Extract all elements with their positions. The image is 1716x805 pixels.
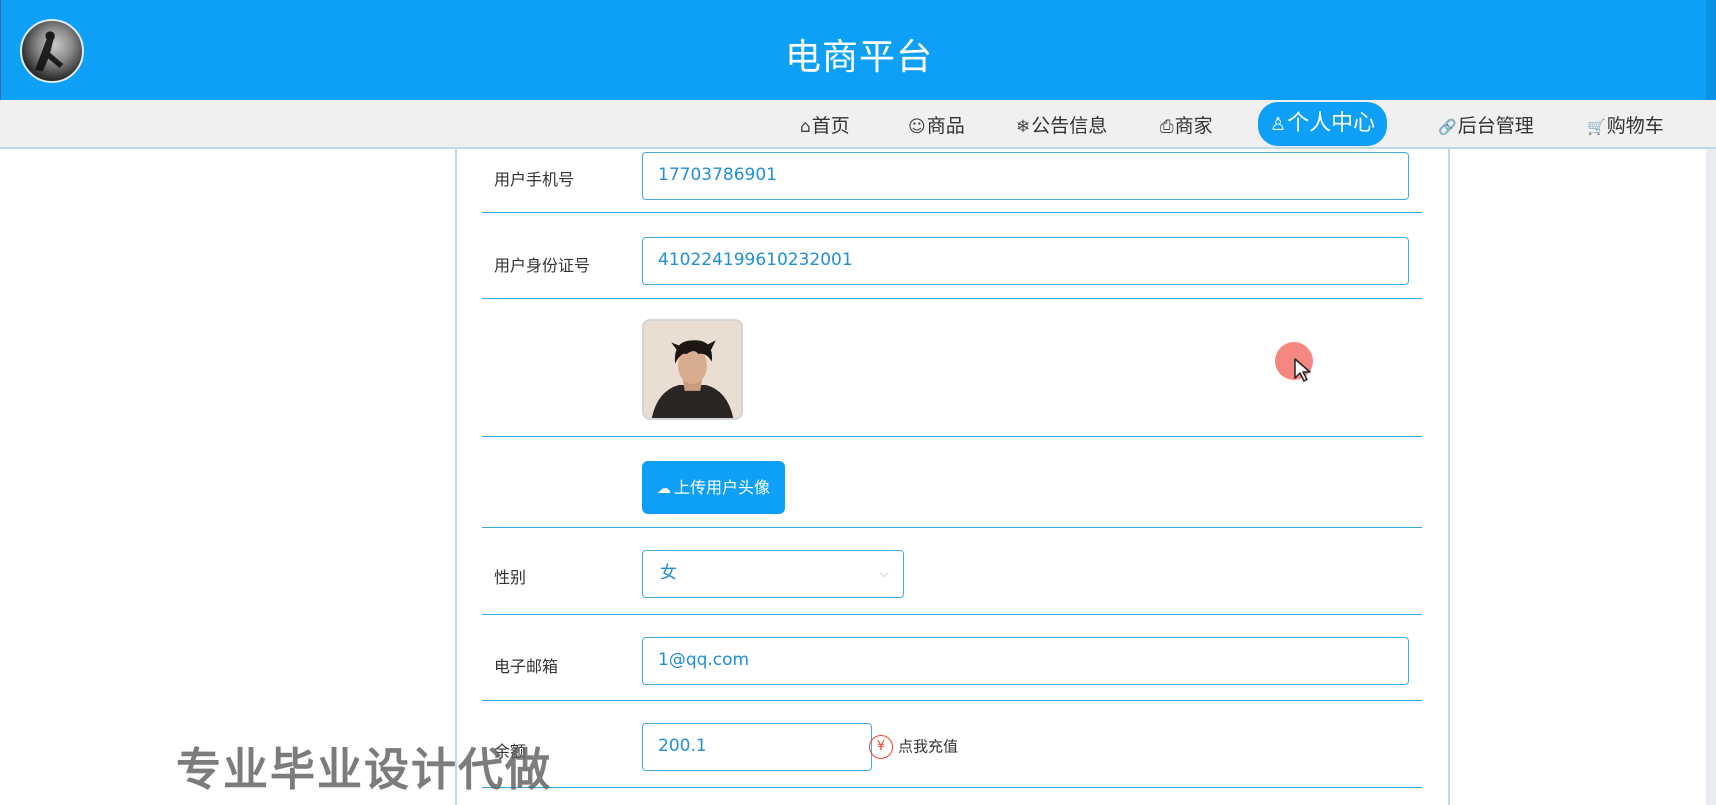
nav-cart-label: 购物车 xyxy=(1606,115,1664,137)
user-avatar xyxy=(642,319,743,420)
chevron-down-icon: ⌵ xyxy=(879,566,889,580)
printer-icon: ⎙ xyxy=(1160,117,1174,137)
nav-announcements-label: 公告信息 xyxy=(1031,115,1108,137)
mouse-pointer-icon xyxy=(1294,358,1311,382)
nav-merchants-label: 商家 xyxy=(1174,115,1213,137)
upload-avatar-button[interactable]: ☁ 上传用户头像 xyxy=(642,461,785,514)
email-input[interactable]: 1@qq.com xyxy=(642,637,1409,685)
nav-products-label: 商品 xyxy=(926,115,965,137)
upload-avatar-label: 上传用户头像 xyxy=(673,478,770,497)
nav-home-label: 首页 xyxy=(811,115,850,137)
yen-icon: ¥ xyxy=(869,735,893,759)
nav-cart[interactable]: 🛒购物车 xyxy=(1577,108,1674,144)
phone-input[interactable]: 17703786901 xyxy=(642,152,1409,200)
gender-value: 女 xyxy=(660,563,677,583)
nav-merchants[interactable]: ⎙商家 xyxy=(1150,108,1223,144)
balance-input[interactable]: 200.1 xyxy=(642,723,872,771)
cloud-upload-icon: ☁ xyxy=(656,481,671,497)
main-nav: ⌂首页 ☺商品 ❄公告信息 ⎙商家 ♙个人中心 🔗后台管理 🛒购物车 xyxy=(0,100,1716,149)
email-row: 电子邮箱 1@qq.com xyxy=(482,615,1422,701)
nav-admin[interactable]: 🔗后台管理 xyxy=(1428,108,1544,144)
recharge-link[interactable]: ¥ 点我充值 xyxy=(869,735,958,759)
recharge-label: 点我充值 xyxy=(898,737,959,756)
upload-row: ☁ 上传用户头像 xyxy=(482,437,1422,528)
header-edge xyxy=(1706,0,1716,100)
nav-personal-center[interactable]: ♙个人中心 xyxy=(1258,102,1388,146)
site-title: 电商平台 xyxy=(784,37,933,78)
balance-row: 余额 200.1 ¥ 点我充值 xyxy=(482,701,1422,788)
id-card-row: 用户身份证号 410224199610232001 xyxy=(482,213,1422,299)
phone-label: 用户手机号 xyxy=(494,170,575,189)
profile-form-panel: 用户手机号 17703786901 用户身份证号 410224199610232… xyxy=(455,149,1450,805)
home-icon: ⌂ xyxy=(800,117,811,137)
gender-select[interactable]: 女 ⌵ xyxy=(642,550,904,598)
nav-announcements[interactable]: ❄公告信息 xyxy=(1006,108,1117,144)
gender-row: 性别 女 ⌵ xyxy=(482,528,1422,615)
link-icon: 🔗 xyxy=(1438,118,1457,136)
email-label: 电子邮箱 xyxy=(494,657,559,676)
cart-icon: 🛒 xyxy=(1587,118,1606,136)
product-icon: ☺ xyxy=(908,117,926,137)
phone-row: 用户手机号 17703786901 xyxy=(482,149,1422,213)
user-icon: ♙ xyxy=(1270,114,1287,135)
top-header: 电商平台 xyxy=(0,0,1716,100)
nav-home[interactable]: ⌂首页 xyxy=(790,108,860,144)
nav-products[interactable]: ☺商品 xyxy=(898,108,975,144)
snowflake-icon: ❄ xyxy=(1016,117,1031,137)
id-card-label: 用户身份证号 xyxy=(494,256,591,275)
scrollbar-track[interactable] xyxy=(1706,149,1716,805)
id-card-input[interactable]: 410224199610232001 xyxy=(642,237,1409,285)
gender-label: 性别 xyxy=(494,568,527,587)
watermark-text: 专业毕业设计代做 xyxy=(176,743,553,796)
nav-admin-label: 后台管理 xyxy=(1457,115,1534,137)
nav-personal-center-label: 个人中心 xyxy=(1287,111,1376,136)
